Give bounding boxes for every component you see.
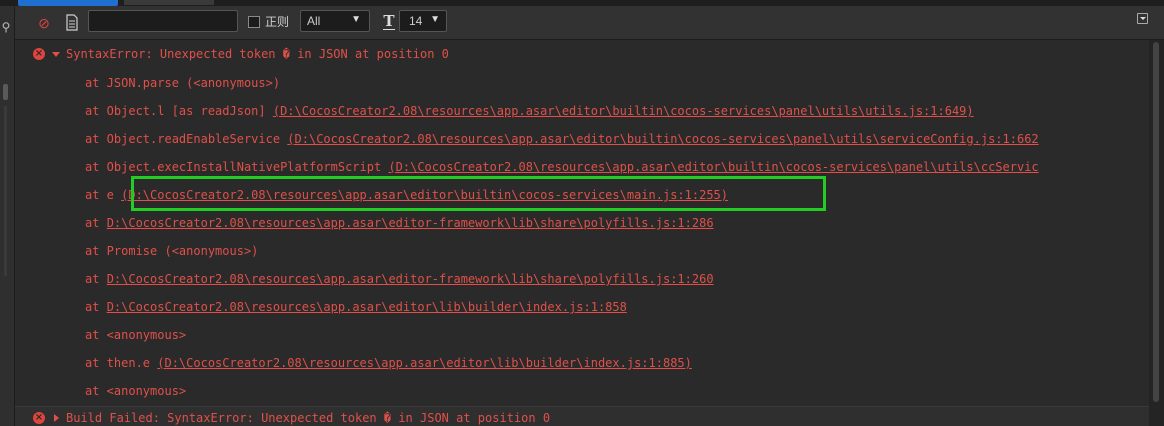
error-message: SyntaxError: Unexpected token � in JSON … — [66, 47, 449, 61]
stack-line: at e (D:\CocosCreator2.08\resources\app.… — [85, 188, 728, 202]
stack-line: at then.e (D:\CocosCreator2.08\resources… — [85, 356, 692, 370]
stack-line: at <anonymous> — [85, 328, 187, 342]
sidebar-scroll-thumb[interactable] — [3, 84, 8, 100]
stack-link[interactable]: (D:\CocosCreator2.08\resources\app.asar\… — [388, 160, 1038, 174]
stack-link[interactable]: (D:\CocosCreator2.08\resources\app.asar\… — [287, 132, 1038, 146]
collapse-menu-icon[interactable] — [1137, 13, 1148, 24]
error-icon: × — [33, 48, 45, 60]
stack-link[interactable]: (D:\CocosCreator2.08\resources\app.asar\… — [121, 188, 728, 202]
stack-link[interactable]: D:\CocosCreator2.08\resources\app.asar\e… — [107, 272, 714, 286]
stack-line: at Object.l [as readJson] (D:\CocosCreat… — [85, 104, 974, 118]
stack-link[interactable]: D:\CocosCreator2.08\resources\app.asar\e… — [107, 216, 714, 230]
stack-line: at Object.readEnableService (D:\CocosCre… — [85, 132, 1039, 146]
open-log-file-icon[interactable] — [64, 14, 80, 31]
chevron-down-icon: ▼ — [430, 14, 440, 25]
search-icon[interactable]: ⚲ — [0, 20, 12, 34]
stack-line: at D:\CocosCreator2.08\resources\app.asa… — [85, 272, 714, 286]
stack-line: at Promise (<anonymous>) — [85, 244, 259, 258]
log-scroll-thumb[interactable] — [1153, 42, 1159, 402]
regex-label: 正则 — [265, 15, 290, 29]
stack-link[interactable]: D:\CocosCreator2.08\resources\app.asar\e… — [107, 300, 627, 314]
stack-line: at D:\CocosCreator2.08\resources\app.asa… — [85, 216, 714, 230]
console-log-area: × SyntaxError: Unexpected token � in JSO… — [15, 40, 1149, 426]
error-icon: × — [33, 412, 45, 424]
log-scrollbar[interactable] — [1149, 40, 1164, 426]
clear-console-icon[interactable]: ⊘ — [36, 15, 52, 31]
font-size-select[interactable]: 14 ▼ — [399, 10, 447, 32]
build-failed-entry: × Build Failed: SyntaxError: Unexpected … — [15, 406, 1149, 426]
stack-line: at Object.execInstallNativePlatformScrip… — [85, 160, 1039, 174]
tab-secondary[interactable] — [124, 0, 214, 5]
stack-line: at <anonymous> — [85, 384, 187, 398]
error-entry: × SyntaxError: Unexpected token � in JSO… — [15, 47, 1149, 63]
build-failed-message: Build Failed: SyntaxError: Unexpected to… — [66, 411, 551, 425]
stack-link[interactable]: (D:\CocosCreator2.08\resources\app.asar\… — [157, 356, 692, 370]
regex-checkbox[interactable] — [248, 16, 260, 28]
chevron-down-icon: ▼ — [351, 14, 361, 25]
sidebar-scroll-track — [4, 106, 7, 276]
expand-caret-icon[interactable] — [52, 52, 60, 57]
stack-link[interactable]: (D:\CocosCreator2.08\resources\app.asar\… — [273, 104, 974, 118]
log-level-select[interactable]: All ▼ — [300, 10, 370, 32]
console-toolbar: ⊘ 正则 All ▼ T 14 ▼ — [15, 6, 1164, 40]
font-size-value: 14 — [409, 14, 423, 28]
log-level-value: All — [307, 14, 321, 28]
font-size-icon: T — [380, 12, 398, 30]
expand-caret-icon[interactable] — [54, 414, 59, 422]
stack-line: at JSON.parse (<anonymous>) — [85, 76, 281, 90]
left-sidebar: ⚲ — [0, 6, 15, 426]
filter-input[interactable] — [88, 10, 238, 32]
stack-line: at D:\CocosCreator2.08\resources\app.asa… — [85, 300, 627, 314]
